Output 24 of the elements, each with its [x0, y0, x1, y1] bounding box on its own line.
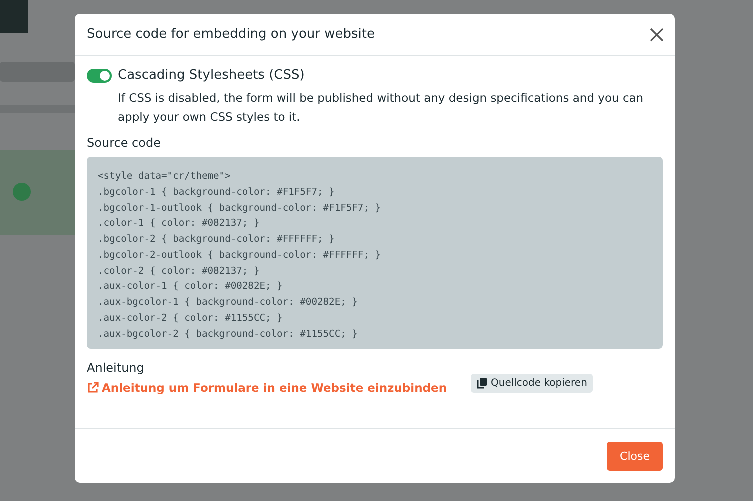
code-line: .bgcolor-2 { background-color: #FFFFFF; } — [98, 233, 336, 247]
css-toggle[interactable] — [87, 68, 112, 82]
code-line: .color-1 { color: #082137; } — [98, 217, 261, 232]
external-link-icon — [87, 382, 99, 394]
css-description: If CSS is disabled, the form will be published without any design specifications and you can apply your own CSS styles to it. — [118, 90, 645, 126]
copy-source-button[interactable]: Quellcode kopieren — [471, 374, 594, 393]
code-line: .bgcolor-2-outlook { background-color: #FFFFFF; } — [98, 248, 382, 263]
code-line: .aux-bgcolor-2 { background-color: #1155CC; } — [98, 328, 359, 342]
code-line: .aux-color-1 { color: #00282E; } — [98, 280, 284, 294]
code-line: <style data="cr/theme"> — [98, 170, 232, 184]
code-line: .aux-bgcolor-1 { background-color: #00282E; } — [98, 296, 359, 310]
copy-icon — [477, 378, 487, 389]
code-line: .bgcolor-1-outlook { background-color: #F1F5F7; } — [98, 202, 382, 216]
instructions-heading: Anleitung — [87, 361, 146, 375]
close-icon[interactable] — [650, 28, 664, 42]
dialog-title: Source code for embedding on your website — [87, 27, 375, 42]
source-code-box[interactable] — [87, 157, 663, 349]
css-option-label: Cascading Stylesheets (CSS) — [118, 68, 305, 83]
code-line: .bgcolor-1 { background-color: #F1F5F7; } — [98, 186, 336, 200]
code-line: .aux-color-2 { color: #1155CC; } — [98, 312, 284, 326]
instructions-link[interactable]: Anleitung um Formulare in eine Website einzubinden — [87, 381, 448, 395]
code-line: .color-2 { color: #082137; } — [98, 264, 261, 278]
source-code-heading: Source code — [87, 136, 162, 150]
close-button[interactable]: Close — [607, 442, 663, 470]
